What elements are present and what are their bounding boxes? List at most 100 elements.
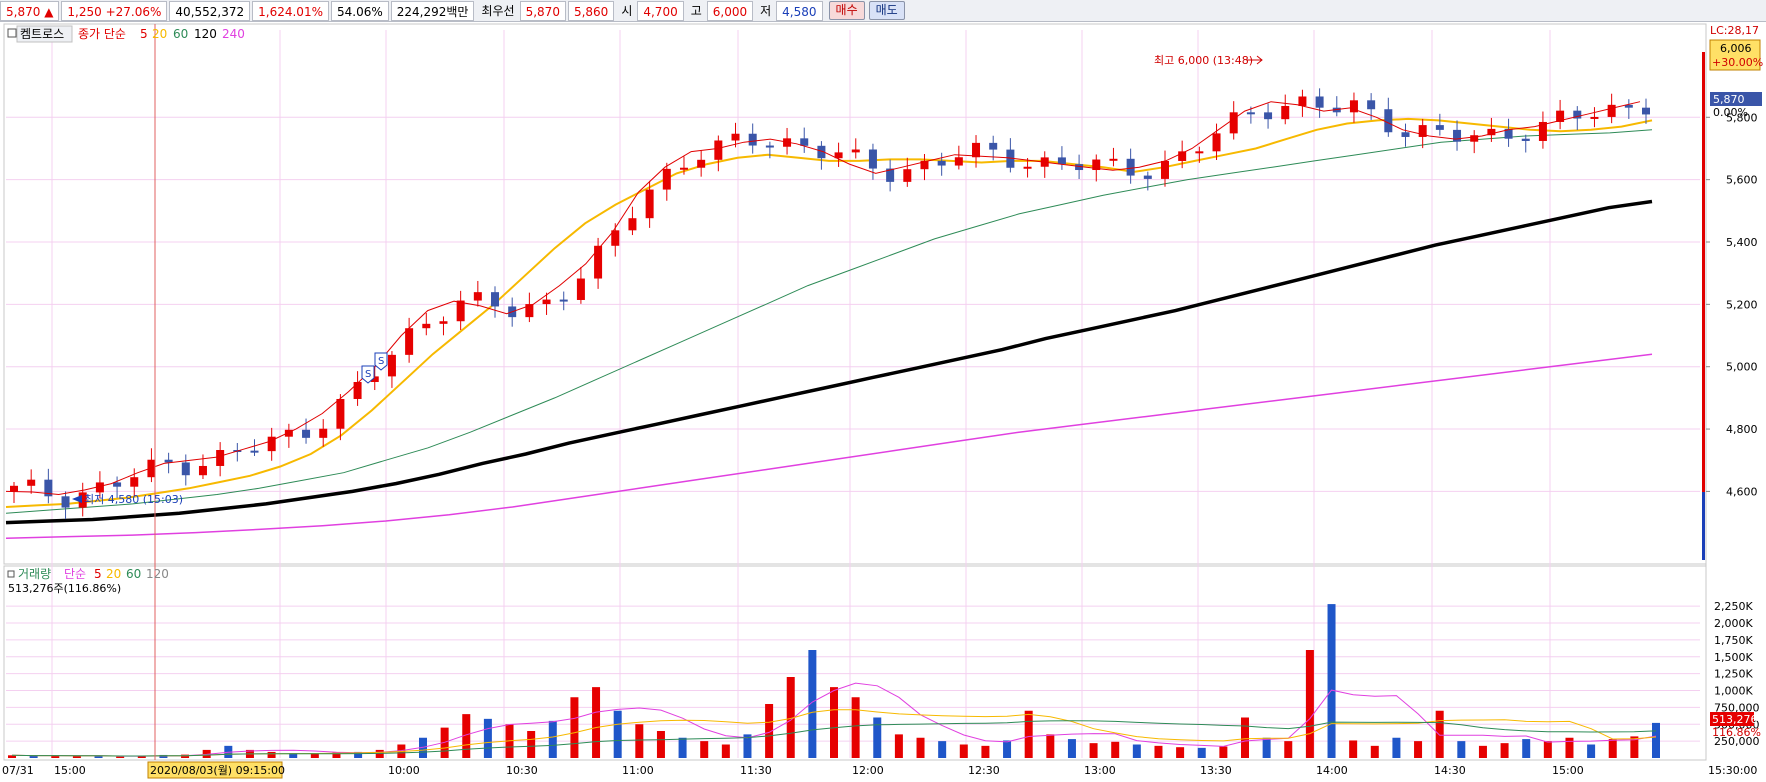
volume-bar (1111, 741, 1120, 758)
candle-body (1642, 107, 1650, 115)
candle-body (1401, 132, 1410, 137)
volume-title: 거래량 (18, 567, 51, 581)
candle-body (937, 160, 946, 166)
candle-body (1126, 158, 1135, 176)
crosshair-time-label: 2020/08/03(월) 09:15:00 (150, 764, 285, 777)
volume-bar (1305, 650, 1314, 758)
volume-bar (1154, 745, 1163, 758)
upper-limit-pct: +30.00% (1712, 56, 1763, 69)
price-change: 1,250 +27.06% (61, 0, 168, 21)
volume-bar (1327, 604, 1336, 758)
vol-legend-ma5: 5 (94, 567, 102, 581)
volume-tick-label: 1,250K (1714, 668, 1753, 681)
candle-body (1315, 96, 1324, 108)
candle-body (800, 138, 809, 146)
volume-bar (1565, 737, 1574, 758)
volume-bar (1349, 740, 1358, 758)
volume-bar (851, 697, 860, 758)
time-tick-label: 10:30 (506, 764, 538, 777)
price-tick-label: 4,800 (1726, 423, 1758, 436)
sell-button[interactable]: 매도 (868, 1, 905, 20)
candle-body (491, 292, 500, 307)
volume-bar (916, 737, 925, 758)
candle-body (319, 428, 328, 438)
candle-body (765, 145, 774, 148)
volume-bar (1652, 722, 1660, 758)
candle-body (336, 398, 345, 429)
volume-bar (613, 710, 622, 758)
volume-bar (1219, 746, 1228, 758)
time-tick-label: 15:00 (1552, 764, 1584, 777)
signal-glyph: S (378, 356, 384, 367)
time-tick-label: 12:30 (968, 764, 1000, 777)
candle-body (1212, 133, 1221, 152)
volume-bar (1478, 745, 1487, 758)
candle-body (1195, 151, 1204, 154)
candle-body (1367, 100, 1376, 110)
volume-bar (700, 741, 709, 758)
candle-body (576, 278, 585, 300)
volume-bar (72, 755, 81, 758)
candle-body (1281, 105, 1290, 120)
low-price: 4,580 (776, 0, 823, 21)
candle-body (1109, 158, 1118, 161)
candle-body (903, 169, 912, 182)
low-annotation: 최저 4,580 (15:03) (84, 493, 183, 506)
volume-bar (1262, 737, 1271, 758)
limit-bar (1702, 52, 1705, 492)
legend-ma60: 60 (173, 27, 188, 41)
volume-bar (267, 751, 276, 758)
stock-chart[interactable]: 켐트로스 종가 단순 5 20 60 120 240 최고 6,000 (13:… (0, 22, 1766, 782)
buy-button[interactable]: 매수 (828, 1, 865, 20)
candle-body (61, 496, 70, 508)
candle-body (113, 482, 122, 487)
candle-body (181, 462, 190, 476)
price-tick-label: 5,000 (1726, 361, 1758, 374)
volume-bar (1176, 747, 1185, 758)
price-panel-frame (3, 23, 1707, 565)
candle-body (1264, 112, 1273, 120)
candle-body (439, 321, 448, 324)
time-tick-label: 15:00 (54, 764, 86, 777)
volume-tick-label: 2,000K (1714, 617, 1753, 630)
high-annotation: 최고 6,000 (13:48) (1154, 54, 1253, 67)
candle-body (731, 133, 740, 141)
time-tick-label: 11:00 (622, 764, 654, 777)
candle-body (1160, 160, 1169, 179)
time-tick-label: 10:00 (388, 764, 420, 777)
best-ask: 5,870 (519, 0, 566, 21)
candle-body (216, 450, 225, 466)
candle-body (628, 218, 637, 231)
volume-bar (1414, 741, 1423, 758)
price-info-bar: 5,870 ▲ 1,250 +27.06% 40,552,372 1,624.0… (0, 0, 1766, 22)
candle-body (422, 323, 431, 329)
volume-value: 40,552,372 (169, 0, 251, 21)
candle-body (1143, 175, 1152, 179)
candle-body (868, 149, 877, 169)
vol-legend-ma60: 60 (126, 567, 141, 581)
volume-bar (1457, 741, 1466, 758)
volume-bar (483, 718, 492, 758)
legend-ma5: 5 (140, 27, 148, 41)
volume-bar (1284, 741, 1293, 758)
volume-bar (548, 720, 557, 758)
volume-bar (656, 731, 665, 758)
volume-tick-label: 1,750K (1714, 634, 1753, 647)
legend-ma120: 120 (194, 27, 217, 41)
candle-body (10, 485, 18, 492)
candle-body (559, 299, 568, 302)
volume-bar (959, 744, 968, 758)
volume-bar (592, 687, 601, 758)
open-label: 시 (621, 3, 633, 18)
open-price: 4,700 (637, 0, 684, 21)
volume-bar (570, 697, 579, 758)
volume-bar (1003, 740, 1012, 758)
candle-body (542, 299, 551, 305)
high-price: 6,000 (706, 0, 754, 21)
candle-body (198, 465, 207, 476)
volume-legend-prefix: 단순 (64, 567, 86, 581)
candle-body (714, 140, 723, 160)
candle-body (954, 157, 963, 166)
volume-tick-label: 2,250K (1714, 600, 1753, 613)
candle-body (1453, 129, 1462, 142)
